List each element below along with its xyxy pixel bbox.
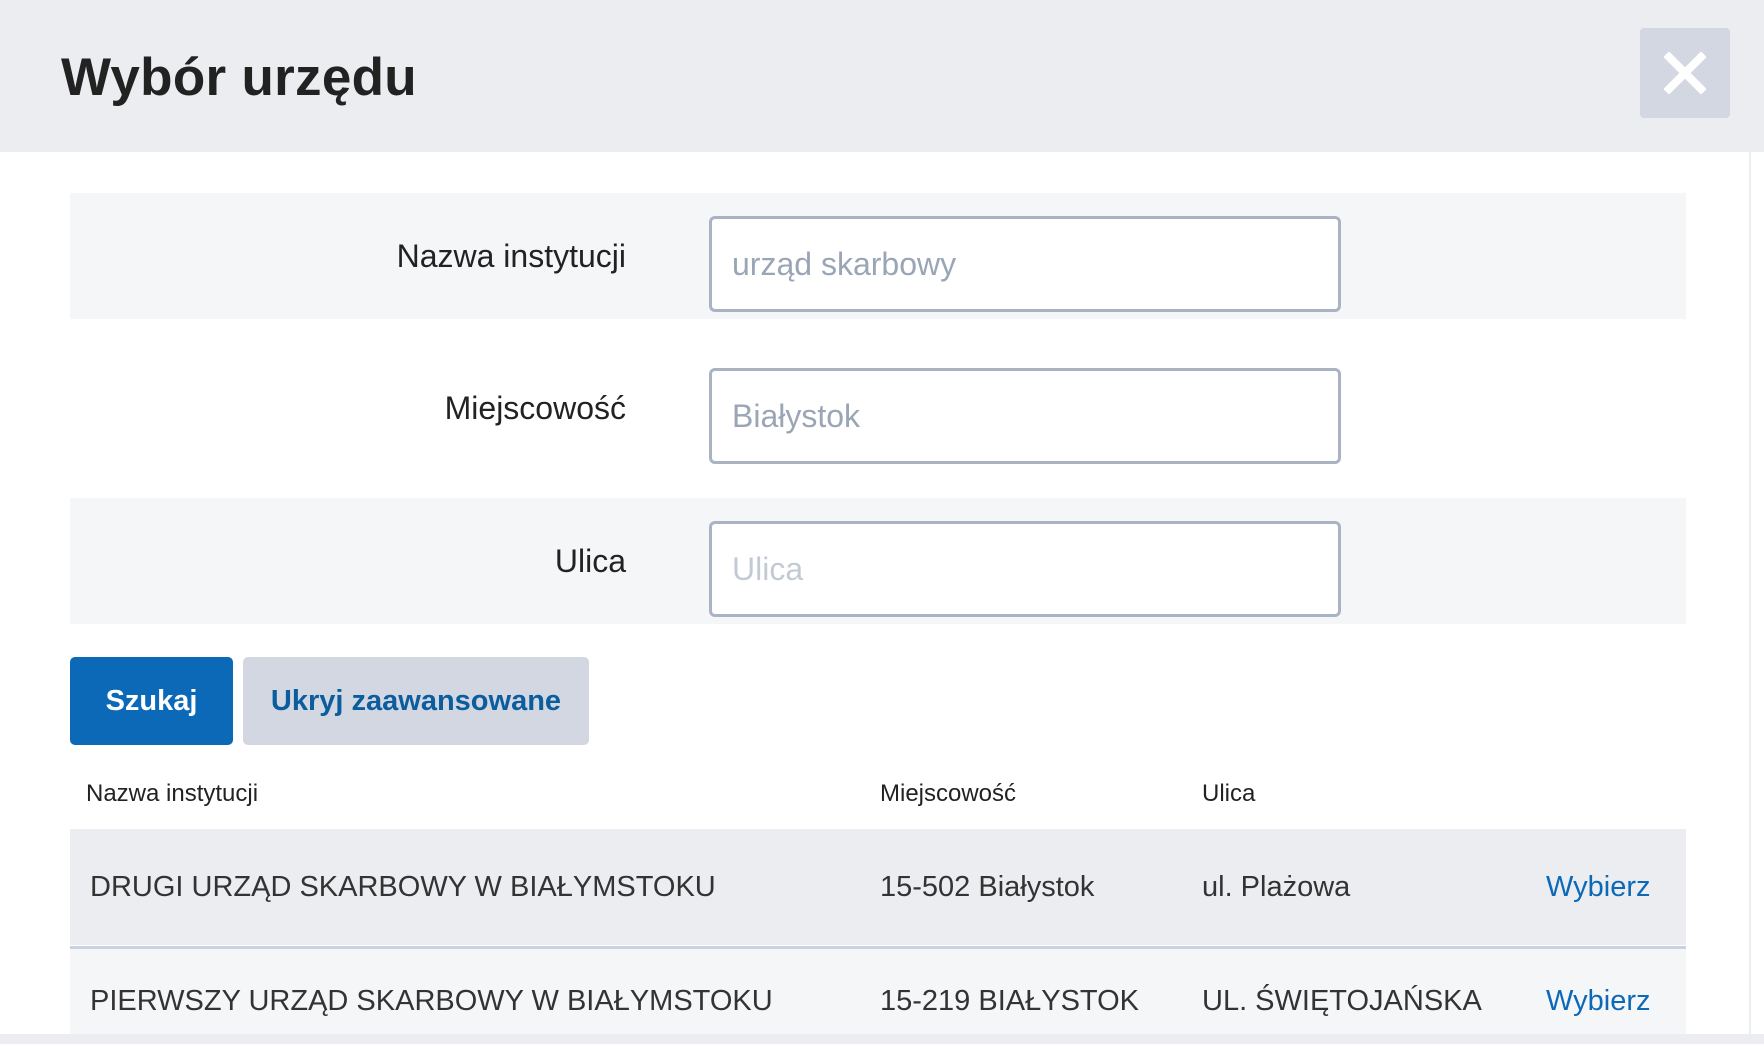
row-city: 15-219 BIAŁYSTOK <box>880 985 1140 1017</box>
close-button[interactable] <box>1640 28 1730 118</box>
select-link[interactable]: Wybierz <box>1546 829 1650 945</box>
row-street: ul. Plażowa <box>1202 871 1351 903</box>
street-input[interactable] <box>709 521 1341 617</box>
form-row-institution: Nazwa instytucji <box>70 193 1686 319</box>
row-city: 15-502 Białystok <box>880 871 1095 903</box>
table-row: DRUGI URZĄD SKARBOWY W BIAŁYMSTOKU 15-50… <box>70 829 1686 945</box>
bottom-edge <box>0 1034 1764 1044</box>
dialog-title: Wybór urzędu <box>61 48 417 107</box>
city-label: Miejscowość <box>444 390 626 426</box>
row-institution-name: PIERWSZY URZĄD SKARBOWY W BIAŁYMSTOKU <box>90 985 773 1017</box>
close-icon <box>1664 52 1706 94</box>
column-header-street: Ulica <box>1202 780 1256 807</box>
column-header-institution: Nazwa instytucji <box>86 780 259 807</box>
row-institution-name: DRUGI URZĄD SKARBOWY W BIAŁYMSTOKU <box>90 871 716 903</box>
institution-label: Nazwa instytucji <box>396 238 626 274</box>
search-button[interactable]: Szukaj <box>70 657 233 745</box>
dialog-header: Wybór urzędu <box>0 0 1764 152</box>
column-header-city: Miejscowość <box>880 780 1017 807</box>
form-row-city: Miejscowość <box>70 345 1686 471</box>
table-row: PIERWSZY URZĄD SKARBOWY W BIAŁYMSTOKU 15… <box>70 946 1686 1039</box>
institution-input[interactable] <box>709 216 1341 312</box>
row-street: UL. ŚWIĘTOJAŃSKA <box>1202 985 1482 1017</box>
select-link[interactable]: Wybierz <box>1546 971 1650 1031</box>
city-input[interactable] <box>709 368 1341 464</box>
form-row-street: Ulica <box>70 498 1686 624</box>
street-label: Ulica <box>554 543 626 579</box>
scrollbar-track[interactable] <box>1749 152 1764 1044</box>
hide-advanced-button[interactable]: Ukryj zaawansowane <box>243 657 589 745</box>
